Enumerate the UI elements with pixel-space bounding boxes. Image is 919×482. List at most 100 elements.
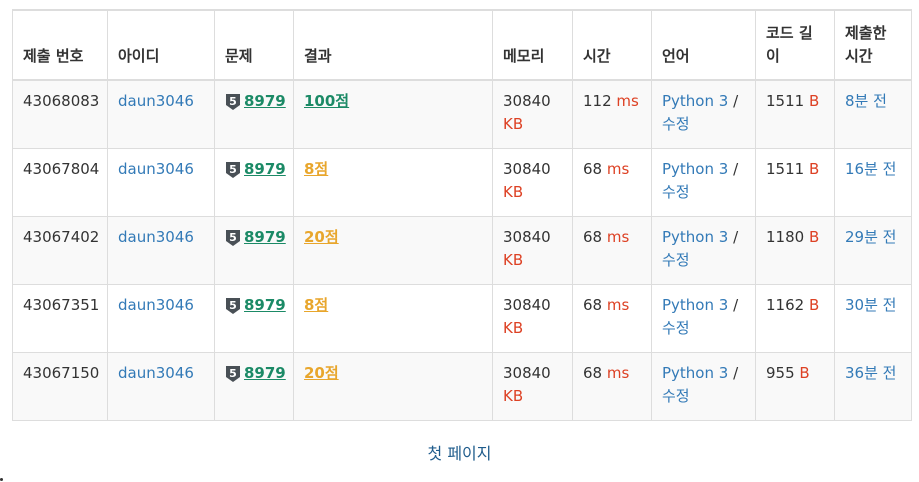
language-cell: Python 3 / 수정 bbox=[651, 216, 756, 285]
corner-dot bbox=[0, 478, 3, 481]
submitted-time-cell: 36분 전 bbox=[834, 352, 912, 421]
submitted-time-cell: 29분 전 bbox=[834, 216, 912, 285]
code-length-unit: B bbox=[799, 364, 810, 382]
edit-link[interactable]: 수정 bbox=[662, 387, 690, 405]
submission-id-cell: 43068083 bbox=[12, 79, 108, 149]
submitted-time-link[interactable]: 8분 전 bbox=[845, 92, 887, 110]
user-cell: daun3046 bbox=[107, 79, 215, 149]
silver-tier-badge-icon: 5 bbox=[226, 93, 240, 110]
time-value: 68 bbox=[583, 228, 603, 246]
separator: / bbox=[733, 364, 739, 382]
user-link[interactable]: daun3046 bbox=[118, 228, 194, 246]
memory-unit: KB bbox=[503, 115, 524, 133]
header-submission-id: 제출 번호 bbox=[12, 9, 108, 81]
memory-value: 30840 bbox=[503, 92, 551, 110]
problem-link[interactable]: 5 8979 bbox=[225, 294, 286, 317]
result-cell: 20점 bbox=[293, 352, 493, 421]
memory-cell: 30840 KB bbox=[492, 79, 573, 149]
header-submitted-time: 제출한 시간 bbox=[834, 9, 912, 81]
tier-level: 5 bbox=[229, 163, 237, 176]
silver-tier-badge-icon: 5 bbox=[226, 365, 240, 382]
separator: / bbox=[733, 296, 739, 314]
separator: / bbox=[733, 160, 739, 178]
problem-cell: 5 8979 bbox=[214, 79, 294, 149]
header-time: 시간 bbox=[572, 9, 652, 81]
code-length-unit: B bbox=[808, 92, 820, 110]
user-link[interactable]: daun3046 bbox=[118, 296, 194, 314]
problem-number: 8979 bbox=[244, 228, 286, 246]
language-link[interactable]: Python 3 bbox=[662, 296, 728, 314]
header-problem: 문제 bbox=[214, 9, 294, 81]
problem-link[interactable]: 5 8979 bbox=[225, 158, 286, 181]
result-score-link[interactable]: 20점 bbox=[304, 364, 339, 382]
time-cell: 68 ms bbox=[572, 352, 652, 421]
code-length-cell: 1511 B bbox=[755, 79, 835, 149]
problem-number: 8979 bbox=[244, 296, 286, 314]
submission-id-cell: 43067804 bbox=[12, 148, 108, 217]
problem-cell: 5 8979 bbox=[214, 216, 294, 285]
result-score-link[interactable]: 8점 bbox=[304, 296, 328, 314]
table-row: 43067804 daun3046 5 8979 8점 30840 KB 68 … bbox=[12, 148, 912, 217]
edit-link[interactable]: 수정 bbox=[662, 319, 690, 337]
language-cell: Python 3 / 수정 bbox=[651, 284, 756, 353]
problem-number: 8979 bbox=[244, 364, 286, 382]
time-unit: ms bbox=[606, 296, 630, 314]
user-link[interactable]: daun3046 bbox=[118, 364, 194, 382]
submitted-time-link[interactable]: 30분 전 bbox=[845, 296, 896, 314]
time-value: 112 bbox=[583, 92, 612, 110]
submission-id: 43068083 bbox=[23, 92, 100, 110]
tier-level: 5 bbox=[229, 299, 237, 312]
time-unit: ms bbox=[606, 228, 630, 246]
submitted-time-link[interactable]: 29분 전 bbox=[845, 228, 896, 246]
user-link[interactable]: daun3046 bbox=[118, 160, 194, 178]
time-value: 68 bbox=[583, 160, 603, 178]
table-row: 43067402 daun3046 5 8979 20점 30840 KB 68… bbox=[12, 216, 912, 285]
submission-id-cell: 43067351 bbox=[12, 284, 108, 353]
problem-link[interactable]: 5 8979 bbox=[225, 226, 286, 249]
problem-cell: 5 8979 bbox=[214, 352, 294, 421]
edit-link[interactable]: 수정 bbox=[662, 115, 690, 133]
submitted-time-link[interactable]: 16분 전 bbox=[845, 160, 896, 178]
memory-cell: 30840 KB bbox=[492, 352, 573, 421]
edit-link[interactable]: 수정 bbox=[662, 251, 690, 269]
submission-id: 43067402 bbox=[23, 228, 100, 246]
memory-cell: 30840 KB bbox=[492, 284, 573, 353]
result-score-link[interactable]: 100점 bbox=[304, 92, 349, 110]
memory-value: 30840 bbox=[503, 160, 551, 178]
submitted-time-link[interactable]: 36분 전 bbox=[845, 364, 896, 382]
code-length-unit: B bbox=[808, 296, 820, 314]
time-value: 68 bbox=[583, 296, 603, 314]
user-link[interactable]: daun3046 bbox=[118, 92, 194, 110]
time-unit: ms bbox=[606, 364, 630, 382]
code-length-cell: 955 B bbox=[755, 352, 835, 421]
separator: / bbox=[733, 228, 739, 246]
header-code-length: 코드 길이 bbox=[755, 9, 835, 81]
code-length-cell: 1511 B bbox=[755, 148, 835, 217]
language-link[interactable]: Python 3 bbox=[662, 364, 728, 382]
language-link[interactable]: Python 3 bbox=[662, 92, 728, 110]
result-score-link[interactable]: 8점 bbox=[304, 160, 328, 178]
memory-unit: KB bbox=[503, 387, 524, 405]
code-length-value: 1180 bbox=[766, 228, 805, 246]
memory-cell: 30840 KB bbox=[492, 216, 573, 285]
code-length-cell: 1180 B bbox=[755, 216, 835, 285]
memory-cell: 30840 KB bbox=[492, 148, 573, 217]
time-cell: 68 ms bbox=[572, 284, 652, 353]
submission-id: 43067804 bbox=[23, 160, 100, 178]
language-cell: Python 3 / 수정 bbox=[651, 148, 756, 217]
header-language: 언어 bbox=[651, 9, 756, 81]
tier-level: 5 bbox=[229, 95, 237, 108]
problem-link[interactable]: 5 8979 bbox=[225, 90, 286, 113]
memory-unit: KB bbox=[503, 319, 524, 337]
table-row: 43067351 daun3046 5 8979 8점 30840 KB 68 … bbox=[12, 284, 912, 353]
tier-level: 5 bbox=[229, 367, 237, 380]
language-link[interactable]: Python 3 bbox=[662, 228, 728, 246]
problem-link[interactable]: 5 8979 bbox=[225, 362, 286, 385]
result-score-link[interactable]: 20점 bbox=[304, 228, 339, 246]
language-link[interactable]: Python 3 bbox=[662, 160, 728, 178]
problem-cell: 5 8979 bbox=[214, 284, 294, 353]
first-page-link[interactable]: 첫 페이지 bbox=[428, 444, 492, 463]
code-length-value: 955 bbox=[766, 364, 795, 382]
edit-link[interactable]: 수정 bbox=[662, 183, 690, 201]
memory-unit: KB bbox=[503, 183, 524, 201]
